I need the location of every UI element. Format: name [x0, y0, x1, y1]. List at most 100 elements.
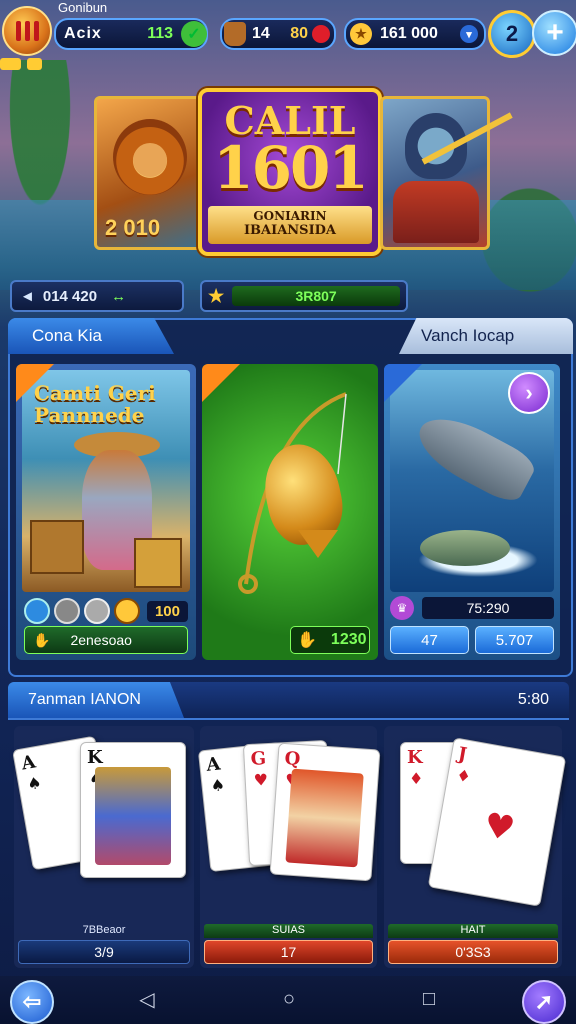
lion-face — [133, 143, 167, 177]
card-rank: K — [407, 747, 423, 768]
coins-pill[interactable]: ★ 161 000 ▾ — [344, 18, 486, 50]
level-badge[interactable]: 2 — [488, 10, 536, 58]
tab-inactive[interactable]: Vanch Iocap — [399, 318, 573, 354]
small-badge-1 — [0, 58, 21, 70]
heart-icon: ♦ — [454, 765, 473, 787]
card-slot-1-value: 3/9 — [18, 940, 190, 964]
navigation-bar: ⇦ ◁ ○ □ ➚ — [0, 976, 576, 1024]
shark — [408, 404, 540, 508]
silver-coin-icon-2 — [84, 598, 110, 624]
featured-banner[interactable]: 2 010 CALIL 1601 GONIARIN IBAIANSIDA — [90, 88, 513, 256]
gem-icon — [24, 598, 50, 624]
pot-right-value: 80 — [290, 25, 308, 42]
game-card-1[interactable]: Camti Geri Pannnede 100 ✋ 2enesoao — [16, 364, 196, 660]
stats-left-delta: ↔ — [111, 287, 127, 305]
pot-pill[interactable]: 14 80 — [220, 18, 336, 50]
small-badge-2 — [26, 58, 43, 70]
games-panel: Cona Kia Vanch Iocap Camti Geri Pannnede… — [8, 318, 573, 677]
card-slot-3[interactable]: K ♦ J ♦ ♥ HAIT 0'3S3 — [384, 726, 567, 968]
warrior-body — [393, 181, 479, 243]
silver-coin-icon — [54, 598, 80, 624]
dropdown-icon[interactable]: ▾ — [460, 25, 478, 43]
game-card-1-count: 100 — [146, 600, 188, 622]
wallet-label: Acix — [64, 25, 102, 42]
king-portrait — [95, 767, 171, 865]
banner-ribbon: GONIARIN IBAIANSIDA — [208, 206, 372, 244]
card-slot-2[interactable]: A ♠ G ♥ Q ♥ SUIAS 17 — [197, 726, 381, 968]
card-slot-3-value: 0'3S3 — [388, 940, 558, 964]
card-rank: G — [250, 748, 267, 770]
queen-portrait — [285, 768, 364, 868]
plus-icon[interactable]: + — [532, 10, 576, 56]
card-rank: K — [87, 747, 103, 768]
card-rank: Q — [283, 748, 302, 771]
banner-title-panel: CALIL 1601 GONIARIN IBAIANSIDA — [198, 88, 382, 256]
pot-left-value: 14 — [252, 25, 270, 42]
star-icon: ★ — [208, 285, 225, 306]
game-card-3-row-value: 75:290 — [422, 597, 554, 619]
small-badges — [0, 58, 43, 70]
game-card-3[interactable]: › ♛ 75:290 47 5.707 — [384, 364, 560, 660]
card-rank: A — [205, 753, 222, 776]
game-card-1-art: Camti Geri Pannnede — [22, 370, 190, 592]
playing-card-q-hearts: Q ♥ — [269, 742, 381, 882]
tab-active[interactable]: Cona Kia — [8, 318, 174, 354]
spade-icon: ♠ — [209, 775, 226, 796]
menu-button[interactable] — [2, 6, 52, 56]
alert-dot-icon — [312, 25, 330, 43]
check-icon: ✓ — [181, 21, 207, 47]
playing-card-king-spades: K ♠ — [80, 742, 186, 878]
coins-value: 161 000 — [380, 25, 438, 42]
chevron-right-icon[interactable]: › — [508, 372, 550, 414]
big-heart-icon: ♥ — [480, 805, 518, 850]
game-card-1-footer-text: 2enesoao — [70, 632, 132, 648]
game-card-3-button-1[interactable]: 47 — [390, 626, 469, 654]
card-slot-2-footer: SUIAS 17 — [204, 924, 373, 964]
hand-icon-2: ✋ — [297, 632, 317, 649]
forward-arrow-icon[interactable]: ➚ — [522, 980, 566, 1024]
game-card-1-title: Camti Geri Pannnede — [34, 381, 156, 427]
lion-character-panel: 2 010 — [94, 96, 204, 250]
card-slot-2-caption: SUIAS — [204, 924, 373, 938]
game-card-2[interactable]: ✋ 1230 — [202, 364, 378, 660]
game-card-2-footer[interactable]: ✋ 1230 — [290, 626, 370, 654]
crate — [30, 520, 84, 574]
top-bar: Gonibun Acix 113 ✓ 14 80 ★ 161 000 ▾ 2 + — [0, 0, 576, 70]
card-slot-1[interactable]: A ♠ K ♠ 7BBeaor 3/9 — [12, 726, 194, 968]
section-label[interactable]: 7anman IANON — [8, 682, 184, 718]
wallet-pill[interactable]: Acix 113 ✓ — [54, 18, 208, 50]
crate-2 — [134, 538, 182, 588]
hand-icon: ✋ — [33, 631, 51, 648]
section-time: 5:80 — [517, 691, 549, 708]
system-home-icon[interactable]: ○ — [278, 988, 300, 1010]
crown-icon: ♛ — [390, 596, 414, 620]
heart-icon: ♥ — [253, 770, 269, 790]
game-card-3-row: ♛ 75:290 — [390, 596, 554, 620]
stats-right-bar: 3R807 — [232, 286, 400, 306]
game-card-3-button-2[interactable]: 5.707 — [475, 626, 554, 654]
system-back-icon[interactable]: ◁ — [136, 988, 158, 1011]
card-slot-1-footer: 7BBeaor 3/9 — [18, 924, 190, 964]
menu-icon — [15, 21, 39, 41]
stats-left-value: 014 420 — [42, 287, 98, 305]
card-rank: A — [19, 751, 38, 775]
spade-icon: ♠ — [25, 772, 44, 794]
game-card-2-footer-text: 1230 — [330, 631, 367, 648]
system-recents-icon[interactable]: □ — [418, 988, 440, 1010]
stats-left-pill: ◄ 014 420 ↔ — [10, 280, 184, 312]
card-slot-3-caption: HAIT — [388, 924, 558, 938]
small-fish — [420, 530, 510, 566]
card-game-section: 7anman IANON 5:80 A ♠ K ♠ 7BBeaor 3/9 A … — [8, 682, 569, 972]
back-arrow-icon[interactable]: ⇦ — [10, 980, 54, 1024]
chat-icon: ◄ — [20, 287, 35, 305]
stats-right-pill: ★ 3R807 — [200, 280, 408, 312]
card-slot-3-footer: HAIT 0'3S3 — [388, 924, 558, 964]
corner-ribbon-3 — [384, 364, 422, 402]
ribbon-line1: GONIARIN — [253, 209, 327, 223]
ribbon-line2: IBAIANSIDA — [243, 223, 337, 238]
wallet-value: 113 — [147, 25, 173, 42]
lion-number: 2 010 — [105, 215, 161, 240]
game-card-3-buttons: 47 5.707 — [390, 626, 554, 654]
brand-label: Gonibun — [58, 0, 108, 15]
game-card-1-footer[interactable]: ✋ 2enesoao — [24, 626, 188, 654]
